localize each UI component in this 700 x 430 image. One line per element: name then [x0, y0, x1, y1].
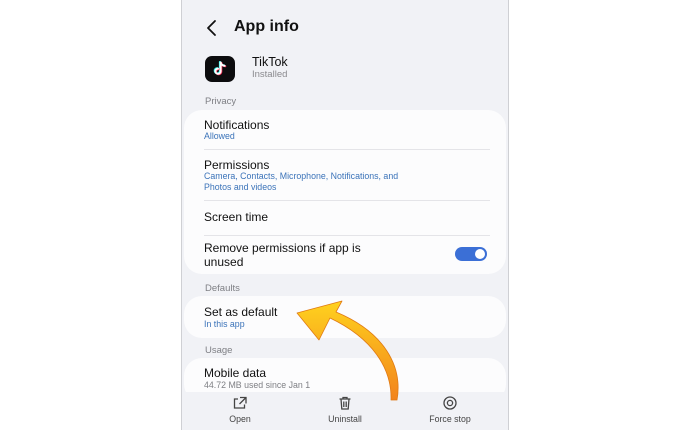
curved-arrow-icon — [296, 300, 399, 401]
